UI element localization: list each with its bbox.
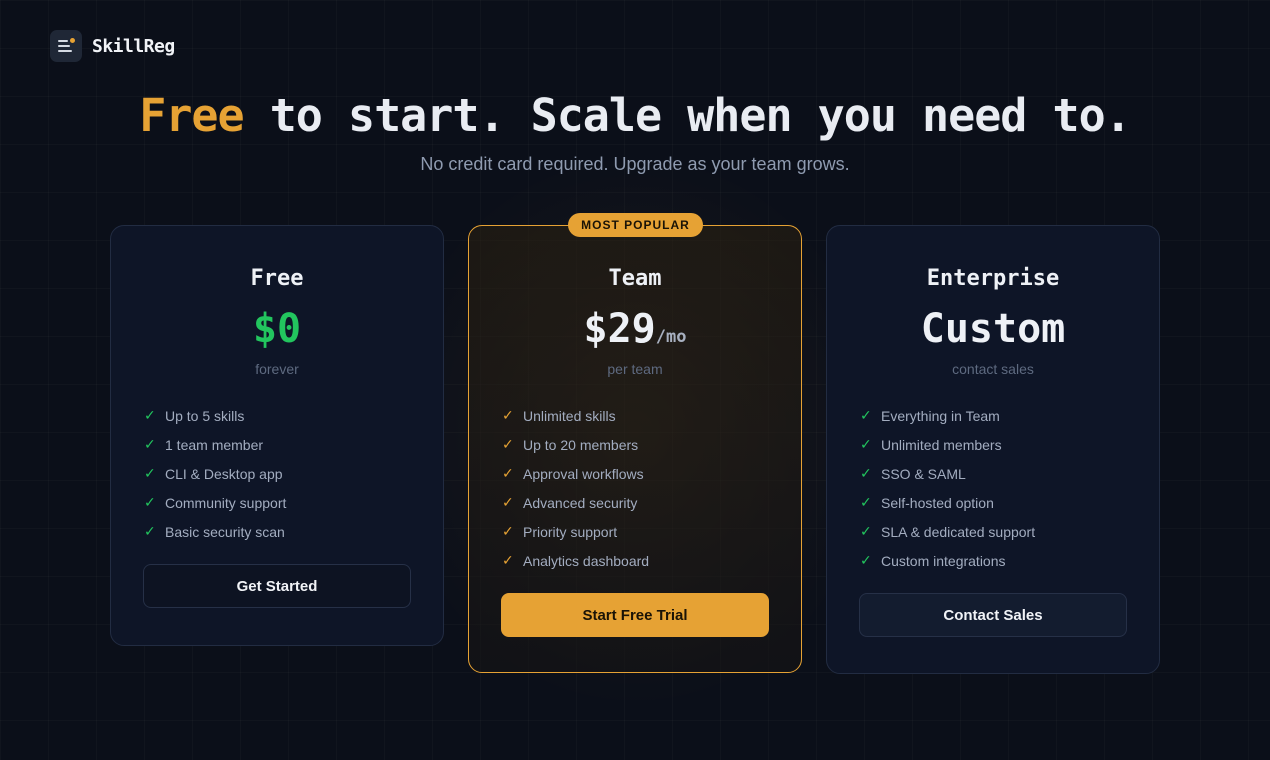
check-icon: ✓ <box>860 465 872 481</box>
price-amount: $29 <box>583 306 656 352</box>
plan-name: Enterprise <box>926 266 1060 291</box>
feature-label: CLI & Desktop app <box>165 465 283 482</box>
feature-item: ✓ Unlimited skills <box>502 401 649 430</box>
feature-item: ✓ Analytics dashboard <box>502 546 649 575</box>
plan-period: contact sales <box>952 361 1034 377</box>
plan-price: $29/mo <box>469 304 801 362</box>
feature-label: Basic security scan <box>165 523 285 540</box>
feature-label: Everything in Team <box>881 407 1000 424</box>
feature-item: ✓ Priority support <box>502 517 649 546</box>
most-popular-badge: MOST POPULAR <box>568 213 703 237</box>
feature-label: Up to 20 members <box>523 436 639 453</box>
plan-card-enterprise: Enterprise Custom contact sales ✓ Everyth… <box>826 225 1160 674</box>
brand-name: SkillReg <box>92 35 175 57</box>
feature-item: ✓ Everything in Team <box>860 401 1035 430</box>
feature-label: Analytics dashboard <box>523 552 650 569</box>
feature-label: Unlimited members <box>881 436 1002 453</box>
feature-label: SLA & dedicated support <box>881 523 1036 540</box>
check-icon: ✓ <box>502 465 514 481</box>
feature-item: ✓ Custom integrations <box>860 546 1035 575</box>
feature-item: ✓ Community support <box>144 488 286 517</box>
feature-item: ✓ Approval workflows <box>502 459 649 488</box>
feature-item: ✓ Self-hosted option <box>860 488 1035 517</box>
plan-card-team: MOST POPULAR Team $29/mo per team ✓ Unlim… <box>468 213 802 673</box>
price-unit: /mo <box>655 327 687 347</box>
start-free-trial-button[interactable]: Start Free Trial <box>501 593 769 637</box>
feature-item: ✓ Advanced security <box>502 488 649 517</box>
feature-label: Advanced security <box>523 494 638 511</box>
check-icon: ✓ <box>144 407 156 423</box>
check-icon: ✓ <box>502 494 514 510</box>
feature-list: ✓ Up to 5 skills ✓ 1 team member ✓ CLI & De… <box>144 401 286 546</box>
price-amount: $0 <box>252 306 302 352</box>
contact-sales-button[interactable]: Contact Sales <box>859 593 1127 637</box>
hero-title-rest: to start. Scale when you need to. <box>243 89 1132 142</box>
plan-period: forever <box>255 361 299 377</box>
check-icon: ✓ <box>502 523 514 539</box>
feature-item: ✓ CLI & Desktop app <box>144 459 286 488</box>
check-icon: ✓ <box>144 436 156 452</box>
brand-link[interactable]: SkillReg <box>50 30 175 62</box>
feature-item: ✓ SSO & SAML <box>860 459 1035 488</box>
feature-item: ✓ Up to 20 members <box>502 430 649 459</box>
check-icon: ✓ <box>144 523 156 539</box>
hero-title: Free to start. Scale when you need to. <box>0 88 1270 144</box>
check-icon: ✓ <box>502 436 514 452</box>
feature-item: ✓ Up to 5 skills <box>144 401 286 430</box>
get-started-button[interactable]: Get Started <box>143 564 411 608</box>
price-amount: Custom <box>920 306 1066 352</box>
plan-name: Free <box>250 266 304 291</box>
plan-price: $0 <box>111 304 443 354</box>
check-icon: ✓ <box>502 552 514 568</box>
check-icon: ✓ <box>860 523 872 539</box>
feature-label: 1 team member <box>165 436 264 453</box>
feature-label: Priority support <box>523 523 618 540</box>
feature-label: Community support <box>165 494 287 511</box>
check-icon: ✓ <box>860 407 872 423</box>
skillreg-logo-icon <box>50 30 82 62</box>
plan-card-free: Free $0 forever ✓ Up to 5 skills ✓ 1 team … <box>110 225 444 646</box>
check-icon: ✓ <box>860 494 872 510</box>
plan-price: Custom <box>827 304 1159 354</box>
hero-subtitle: No credit card required. Upgrade as your… <box>420 154 850 174</box>
feature-label: Self-hosted option <box>881 494 994 511</box>
feature-item: ✓ 1 team member <box>144 430 286 459</box>
check-icon: ✓ <box>502 407 514 423</box>
feature-item: ✓ Basic security scan <box>144 517 286 546</box>
check-icon: ✓ <box>144 465 156 481</box>
feature-label: SSO & SAML <box>881 465 966 482</box>
plan-name: Team <box>608 266 662 291</box>
feature-label: Custom integrations <box>881 552 1006 569</box>
feature-list: ✓ Unlimited skills ✓ Up to 20 members ✓ App… <box>502 401 649 575</box>
feature-label: Unlimited skills <box>523 407 616 424</box>
check-icon: ✓ <box>860 552 872 568</box>
hero-title-accent: Free <box>139 89 244 142</box>
check-icon: ✓ <box>144 494 156 510</box>
feature-label: Up to 5 skills <box>165 407 245 424</box>
feature-item: ✓ SLA & dedicated support <box>860 517 1035 546</box>
feature-list: ✓ Everything in Team ✓ Unlimited members ✓… <box>860 401 1035 575</box>
feature-label: Approval workflows <box>523 465 644 482</box>
check-icon: ✓ <box>860 436 872 452</box>
plan-period: per team <box>607 361 663 377</box>
feature-item: ✓ Unlimited members <box>860 430 1035 459</box>
